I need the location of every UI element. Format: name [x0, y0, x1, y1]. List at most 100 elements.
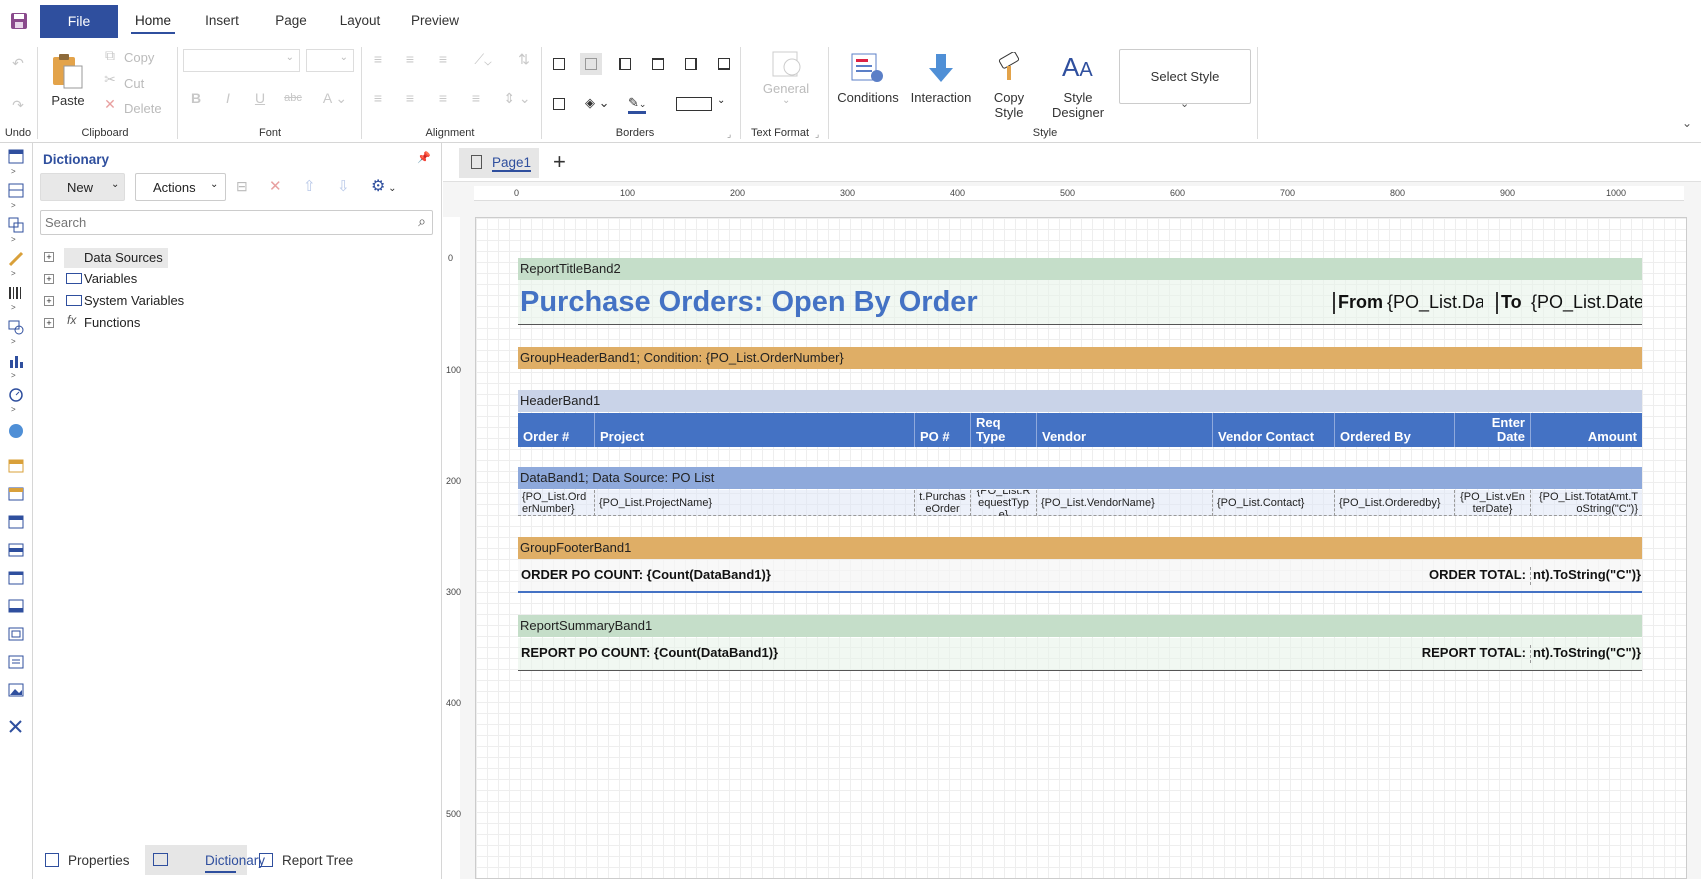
chevron-right-icon[interactable]: > [11, 269, 16, 278]
tree-item-variables[interactable]: Variables [84, 269, 137, 289]
tab-layout[interactable]: Layout [336, 10, 384, 34]
tab-home[interactable]: Home [131, 10, 175, 34]
align-middle-icon[interactable]: ≡ [400, 49, 420, 69]
interaction-button[interactable]: Interaction [905, 90, 977, 105]
search-icon[interactable]: ⌕ [418, 213, 426, 230]
fill-color-icon[interactable]: ◈ ⌄ [585, 95, 615, 113]
font-size-select[interactable]: ⌄ [306, 49, 354, 72]
order-total-value[interactable]: nt).ToString("C")} [1530, 567, 1642, 585]
cut-button[interactable]: Cut [124, 76, 144, 91]
chevron-right-icon[interactable]: > [11, 303, 16, 312]
page-header-band-icon[interactable] [7, 458, 25, 474]
data-cell-vendor[interactable]: {PO_List.VendorName} [1036, 490, 1212, 516]
chevron-right-icon[interactable]: > [11, 167, 16, 176]
border-right-icon[interactable] [680, 53, 702, 75]
copy-style-button[interactable]: Copy Style [985, 90, 1033, 120]
align-left-icon[interactable]: ≡ [368, 88, 388, 108]
column-header-enter-date[interactable]: Enter Date [1454, 413, 1530, 447]
justify-icon[interactable]: ≡ [466, 88, 486, 108]
group-header-band[interactable]: GroupHeaderBand1; Condition: {PO_List.Or… [518, 347, 1642, 369]
select-style-dropdown[interactable]: Select Style [1119, 49, 1251, 104]
text-rotation-icon[interactable]: ⟋⌄ [468, 49, 498, 69]
delete-button[interactable]: Delete [124, 101, 162, 116]
copy-style-icon[interactable] [994, 51, 1024, 84]
from-label[interactable]: From [1333, 292, 1383, 314]
group-footer-band-icon[interactable] [7, 598, 25, 614]
column-header-order-number[interactable]: Order # [518, 413, 594, 447]
border-top-icon[interactable] [647, 53, 669, 75]
tree-item-system-variables[interactable]: System Variables [84, 291, 184, 311]
font-family-select[interactable]: ⌄ [183, 49, 300, 72]
border-color-icon[interactable]: ✎⌄ [628, 95, 662, 115]
style-designer-icon[interactable]: AA [1062, 52, 1096, 84]
data-cell-req-type[interactable]: {PO_List.RequestType} [970, 490, 1036, 516]
border-none-icon[interactable] [580, 53, 602, 75]
column-header-amount[interactable]: Amount [1530, 413, 1642, 447]
paste-icon[interactable] [50, 52, 84, 90]
column-header-vendor[interactable]: Vendor [1036, 413, 1212, 447]
chevron-down-icon[interactable]: ⌄ [1180, 97, 1189, 110]
gear-icon[interactable]: ⚙ ⌄ [371, 176, 397, 196]
borders-dialog-launcher-icon[interactable]: ⌟ [727, 129, 731, 140]
edit-icon[interactable]: ⊟ [236, 178, 248, 195]
data-cell-vendor-contact[interactable]: {PO_List.Contact} [1212, 490, 1334, 516]
actions-button[interactable]: Actions ⌄ [135, 173, 226, 201]
report-po-count[interactable]: REPORT PO COUNT: {Count(DataBand1)} [521, 645, 821, 663]
interaction-icon[interactable] [926, 52, 956, 84]
order-po-count[interactable]: ORDER PO COUNT: {Count(DataBand1)} [521, 567, 821, 585]
tree-item-functions[interactable]: Functions [84, 313, 140, 333]
components-icon[interactable] [7, 217, 25, 233]
border-outline-icon[interactable] [548, 93, 570, 115]
collapse-ribbon-icon[interactable]: ⌄ [1682, 116, 1692, 130]
underline-icon[interactable]: U [250, 88, 270, 108]
data-cell-amount[interactable]: {PO_List.TotatAmt.ToString("C")} [1530, 490, 1642, 516]
chevron-right-icon[interactable]: > [11, 371, 16, 380]
header-band-icon[interactable] [7, 514, 25, 530]
align-top-icon[interactable]: ≡ [368, 49, 388, 69]
column-header-ordered-by[interactable]: Ordered By [1334, 413, 1454, 447]
image-icon[interactable] [7, 682, 25, 698]
text-format-icon[interactable] [770, 49, 804, 79]
report-summary-band[interactable]: ReportSummaryBand1 [518, 615, 1642, 637]
border-style-icon[interactable]: ⌄ [676, 95, 728, 113]
add-page-icon[interactable]: + [553, 150, 566, 174]
tab-preview[interactable]: Preview [407, 10, 463, 34]
shapes-icon[interactable] [7, 319, 25, 335]
header-band[interactable]: HeaderBand1 [518, 390, 1642, 412]
column-header-project[interactable]: Project [594, 413, 914, 447]
map-icon[interactable] [7, 423, 25, 439]
copy-button[interactable]: Copy [124, 50, 154, 65]
cross-band-icon[interactable] [7, 183, 25, 199]
undo-icon[interactable]: ↶ [8, 53, 28, 73]
panel-icon[interactable] [7, 626, 25, 642]
strikethrough-icon[interactable]: abc [283, 88, 303, 108]
search-input[interactable]: ⌕ [40, 210, 433, 235]
to-label[interactable]: To [1496, 292, 1526, 314]
tree-expand-icon[interactable]: + [44, 252, 54, 262]
tab-report-tree[interactable]: Report Tree [282, 847, 353, 875]
group-footer-band[interactable]: GroupFooterBand1 [518, 537, 1642, 559]
move-down-icon[interactable]: ⇩ [337, 177, 350, 195]
chart-icon[interactable] [7, 353, 25, 369]
delete-icon[interactable]: ✕ [269, 177, 282, 195]
move-up-icon[interactable]: ⇧ [303, 177, 316, 195]
to-value[interactable]: {PO_List.Date [1531, 292, 1642, 314]
align-bottom-icon[interactable]: ≡ [433, 49, 453, 69]
text-format-value[interactable]: General [760, 81, 812, 96]
border-left-icon[interactable] [614, 53, 636, 75]
conditions-icon[interactable] [850, 52, 884, 84]
group-header-band-icon[interactable] [7, 486, 25, 502]
chevron-right-icon[interactable]: > [11, 201, 16, 210]
align-right-icon[interactable]: ≡ [433, 88, 453, 108]
chevron-right-icon[interactable]: > [11, 235, 16, 244]
save-icon[interactable] [10, 12, 28, 30]
new-button[interactable]: New ⌄ [40, 173, 125, 201]
style-designer-button[interactable]: Style Designer [1052, 90, 1104, 120]
report-total-label[interactable]: REPORT TOTAL: [1380, 645, 1530, 663]
data-band[interactable]: DataBand1; Data Source: PO List [518, 467, 1642, 489]
pin-icon[interactable]: 📌 [417, 151, 431, 164]
column-header-vendor-contact[interactable]: Vendor Contact [1212, 413, 1334, 447]
pen-tool-icon[interactable] [7, 251, 25, 267]
tree-expand-icon[interactable]: + [44, 318, 54, 328]
chevron-right-icon[interactable]: > [11, 405, 16, 414]
